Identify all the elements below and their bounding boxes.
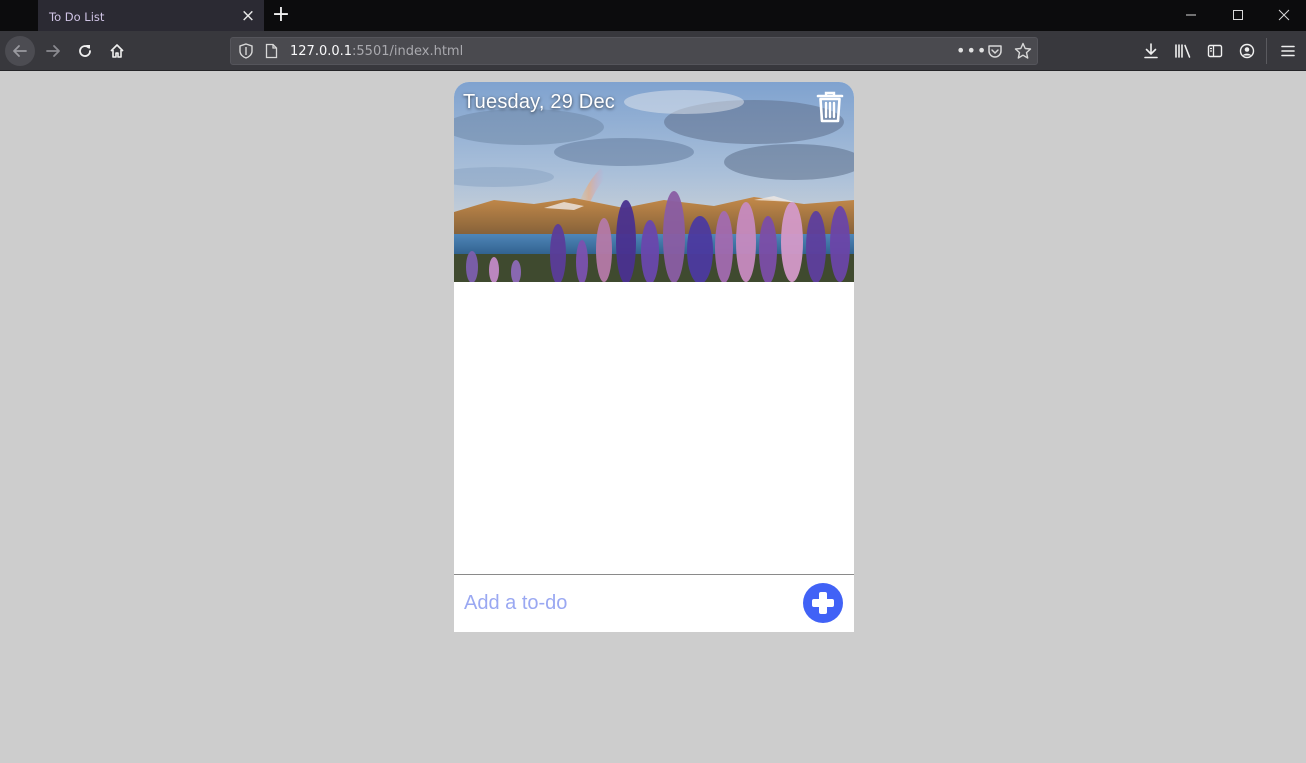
home-button[interactable] xyxy=(102,36,132,66)
close-icon xyxy=(1278,9,1290,21)
maximize-icon xyxy=(1233,10,1243,20)
back-button[interactable] xyxy=(5,36,35,66)
add-todo-button[interactable] xyxy=(803,583,843,623)
address-bar[interactable]: 127.0.0.1:5501/index.html ••• xyxy=(230,37,1038,65)
current-date: Tuesday, 29 Dec xyxy=(463,91,615,113)
forward-arrow-icon xyxy=(46,45,60,57)
home-icon xyxy=(110,44,124,58)
add-todo-input[interactable] xyxy=(464,585,794,621)
navigation-toolbar: 127.0.0.1:5501/index.html ••• xyxy=(0,31,1306,71)
tracking-shield-icon[interactable] xyxy=(239,43,253,59)
tab-close-icon[interactable]: × xyxy=(240,7,256,25)
active-tab[interactable]: To Do List × xyxy=(38,0,264,31)
toolbar-separator xyxy=(1266,38,1267,64)
new-tab-button[interactable]: + xyxy=(270,3,292,27)
app-menu-button[interactable] xyxy=(1278,41,1298,61)
url-host: 127.0.0.1 xyxy=(290,44,353,59)
tab-title: To Do List xyxy=(49,10,105,24)
account-icon xyxy=(1239,43,1255,59)
close-window-button[interactable] xyxy=(1261,0,1306,30)
library-button[interactable] xyxy=(1173,41,1193,61)
sidebar-icon xyxy=(1207,44,1223,58)
page-info-icon[interactable] xyxy=(265,43,278,59)
hamburger-menu-icon xyxy=(1281,45,1295,57)
sidebar-button[interactable] xyxy=(1205,41,1225,61)
downloads-button[interactable] xyxy=(1141,41,1161,61)
minimize-window-button[interactable] xyxy=(1168,0,1214,30)
reload-button[interactable] xyxy=(70,36,100,66)
header-banner: Tuesday, 29 Dec xyxy=(454,82,854,282)
download-icon xyxy=(1144,43,1158,59)
url-path: :5501/index.html xyxy=(352,44,464,59)
trash-icon[interactable] xyxy=(816,91,844,123)
forward-button[interactable] xyxy=(38,36,68,66)
reload-icon xyxy=(79,45,91,57)
maximize-window-button[interactable] xyxy=(1215,0,1261,30)
bookmark-star-icon[interactable] xyxy=(1014,42,1032,60)
page-actions-more-icon[interactable]: ••• xyxy=(956,41,987,60)
add-todo-bar xyxy=(454,574,854,632)
tab-strip: To Do List × + xyxy=(0,0,1306,31)
library-icon xyxy=(1175,44,1191,58)
minimize-icon xyxy=(1186,14,1196,16)
todo-list xyxy=(454,282,854,574)
account-button[interactable] xyxy=(1237,41,1257,61)
todo-card: Tuesday, 29 Dec xyxy=(454,82,854,632)
url-text[interactable]: 127.0.0.1:5501/index.html xyxy=(290,44,463,59)
back-arrow-icon xyxy=(13,45,27,57)
pocket-icon[interactable] xyxy=(987,43,1003,59)
